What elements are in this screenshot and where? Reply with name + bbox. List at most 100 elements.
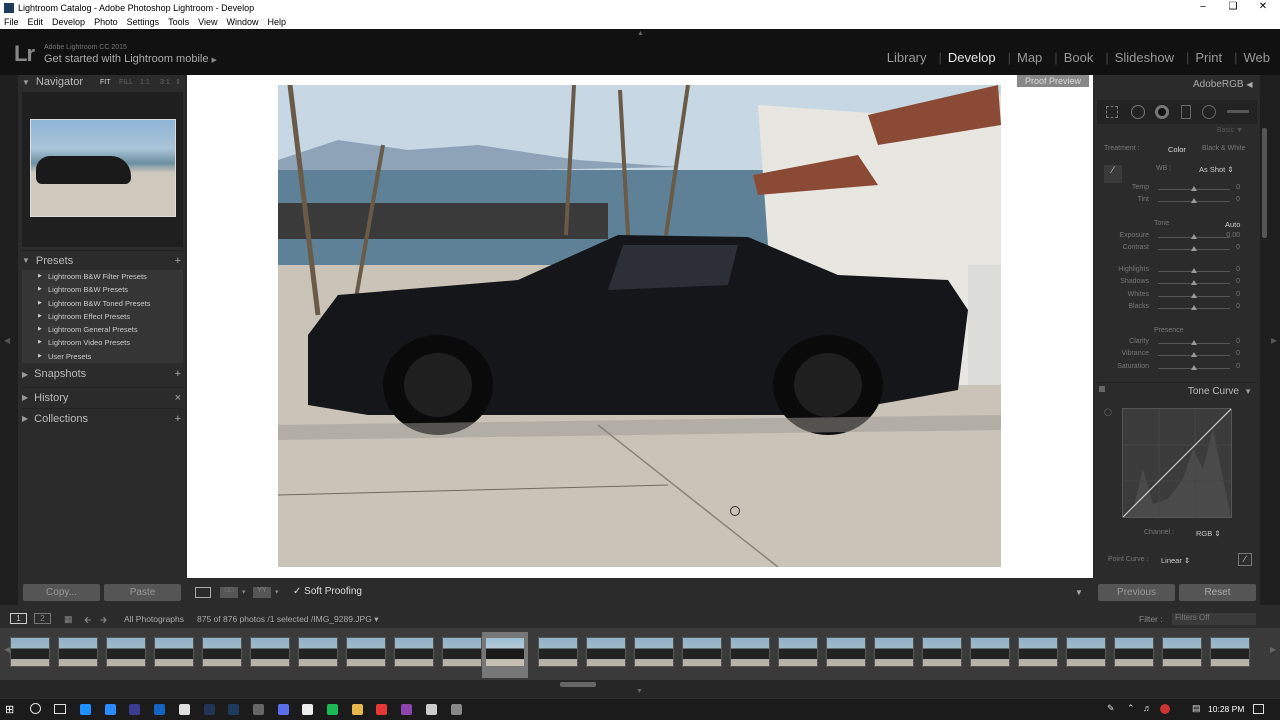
menu-file[interactable]: File	[4, 17, 19, 27]
filmstrip-thumbnail[interactable]	[634, 637, 674, 667]
toggle-icon[interactable]	[1099, 386, 1105, 392]
page-1-button[interactable]: 1	[10, 613, 27, 624]
source-label[interactable]: All Photographs	[124, 614, 184, 624]
slider-knob[interactable]	[1191, 186, 1197, 191]
notification-icon[interactable]	[1253, 704, 1264, 714]
filter-select[interactable]: Filters Off	[1172, 613, 1256, 625]
taskbar-app-icon[interactable]	[401, 704, 413, 715]
slider-knob[interactable]	[1191, 280, 1197, 285]
filmstrip-thumbnail[interactable]	[922, 637, 962, 667]
slider-value[interactable]: 0	[1236, 184, 1240, 191]
taskbar-app-icon[interactable]	[228, 704, 240, 715]
slider-value[interactable]: 0	[1236, 350, 1240, 357]
module-book[interactable]: Book	[1058, 50, 1094, 65]
collapse-left-icon[interactable]: ◀	[4, 336, 10, 345]
mobile-link[interactable]: Get started with Lightroom mobile ▶	[44, 53, 217, 65]
module-web[interactable]: Web	[1238, 50, 1271, 65]
zoom-fit[interactable]: FIT	[100, 79, 111, 86]
filmstrip-thumbnail[interactable]	[106, 637, 146, 667]
filmstrip-thumbnail[interactable]	[298, 637, 338, 667]
slider-knob[interactable]	[1191, 365, 1197, 370]
slider-value[interactable]: 0	[1236, 196, 1240, 203]
taskbar-app-icon[interactable]	[104, 704, 116, 715]
graduated-filter-icon[interactable]	[1181, 105, 1191, 119]
slider-value[interactable]: 0	[1236, 338, 1240, 345]
wb-select[interactable]: As Shot ⇕	[1199, 165, 1234, 174]
preset-folder[interactable]: User Presets	[22, 350, 183, 363]
menu-window[interactable]: Window	[227, 17, 259, 27]
slider-knob[interactable]	[1191, 305, 1197, 310]
filmstrip-scrollbar[interactable]	[560, 682, 596, 687]
taskbar-app-icon[interactable]	[277, 704, 289, 715]
clock[interactable]: 10:28 PM	[1208, 704, 1244, 714]
task-view-icon[interactable]	[54, 704, 66, 714]
treatment-color[interactable]: Color	[1168, 145, 1186, 154]
module-develop[interactable]: Develop	[942, 50, 996, 65]
preset-folder[interactable]: Lightroom General Presets	[22, 323, 183, 336]
preset-folder[interactable]: Lightroom B&W Toned Presets	[22, 297, 183, 310]
filmstrip-thumbnail[interactable]	[778, 637, 818, 667]
main-photo[interactable]	[278, 85, 1001, 567]
network-icon[interactable]: ▤	[1192, 703, 1201, 714]
slider-knob[interactable]	[1191, 268, 1197, 273]
target-adjust-icon[interactable]: ◯	[1104, 408, 1112, 416]
wb-eyedropper-icon[interactable]: ∕	[1104, 165, 1122, 183]
channel-select[interactable]: RGB ⇕	[1196, 529, 1221, 538]
slider-temp[interactable]: Temp 0	[1100, 184, 1250, 196]
taskbar-app-icon[interactable]	[154, 704, 166, 715]
menu-help[interactable]: Help	[268, 17, 287, 27]
menu-settings[interactable]: Settings	[127, 17, 160, 27]
filmstrip-thumbnail[interactable]	[970, 637, 1010, 667]
filmstrip-thumbnail[interactable]	[58, 637, 98, 667]
slider-saturation[interactable]: Saturation 0	[1100, 363, 1250, 375]
zoom-fill[interactable]: FILL	[119, 79, 133, 86]
module-print[interactable]: Print	[1189, 50, 1222, 65]
zoom-3-1[interactable]: 3:1	[160, 79, 170, 86]
menu-tools[interactable]: Tools	[168, 17, 189, 27]
adjustment-brush-icon[interactable]	[1227, 110, 1249, 113]
slider-knob[interactable]	[1191, 352, 1197, 357]
slider-shadows[interactable]: Shadows 0	[1100, 278, 1250, 290]
slider-value[interactable]: 0	[1236, 278, 1240, 285]
collections-header[interactable]: ▶ Collections +	[22, 408, 183, 428]
slider-tint[interactable]: Tint 0	[1100, 196, 1250, 208]
slider-highlights[interactable]: Highlights 0	[1100, 266, 1250, 278]
module-slideshow[interactable]: Slideshow	[1109, 50, 1174, 65]
soft-proofing-checkbox[interactable]: ✓ Soft Proofing	[293, 586, 362, 597]
photo-count[interactable]: 875 of 876 photos /1 selected /IMG_9289.…	[197, 614, 379, 625]
page-2-button[interactable]: 2	[34, 613, 51, 624]
toolbar-menu-icon[interactable]: ▼	[1075, 588, 1083, 597]
filmstrip-thumbnail[interactable]	[538, 637, 578, 667]
point-curve-select[interactable]: Linear ⇕	[1161, 556, 1190, 565]
taskbar-app-icon[interactable]	[203, 704, 215, 715]
taskbar-app-icon[interactable]	[129, 704, 141, 715]
filmstrip-thumbnail[interactable]	[1210, 637, 1250, 667]
filmstrip-thumbnail[interactable]	[586, 637, 626, 667]
slider-value[interactable]: 0	[1236, 266, 1240, 273]
preset-folder[interactable]: Lightroom B&W Filter Presets	[22, 270, 183, 283]
slider-value[interactable]: 0	[1236, 303, 1240, 310]
navigator-header[interactable]: ▼ Navigator FIT FILL 1:1 3:1 ⇕	[22, 72, 183, 92]
slider-blacks[interactable]: Blacks 0	[1100, 303, 1250, 315]
menu-develop[interactable]: Develop	[52, 17, 85, 27]
module-map[interactable]: Map	[1011, 50, 1042, 65]
zoom-1-1[interactable]: 1:1	[140, 79, 150, 86]
menu-photo[interactable]: Photo	[94, 17, 118, 27]
tray-app-icon[interactable]	[1160, 704, 1170, 714]
slider-value[interactable]: 0.00	[1226, 232, 1240, 239]
add-collection-icon[interactable]: +	[175, 413, 181, 425]
filmstrip-thumbnail[interactable]	[394, 637, 434, 667]
paste-button[interactable]: Paste	[104, 584, 181, 601]
slider-knob[interactable]	[1191, 340, 1197, 345]
preset-folder[interactable]: Lightroom Video Presets	[22, 336, 183, 349]
snapshots-header[interactable]: ▶ Snapshots +	[22, 364, 183, 384]
edit-point-curve-icon[interactable]: ∕	[1238, 553, 1252, 566]
basic-header[interactable]: Basic ▼	[1217, 127, 1243, 134]
add-snapshot-icon[interactable]: +	[175, 368, 181, 380]
radial-filter-icon[interactable]	[1202, 105, 1216, 119]
preset-folder[interactable]: Lightroom B&W Presets	[22, 283, 183, 296]
loupe-view-icon[interactable]	[195, 587, 211, 598]
taskbar-app-icon[interactable]	[327, 704, 338, 715]
filmstrip-thumbnail[interactable]	[442, 637, 482, 667]
filmstrip-thumbnail[interactable]	[826, 637, 866, 667]
